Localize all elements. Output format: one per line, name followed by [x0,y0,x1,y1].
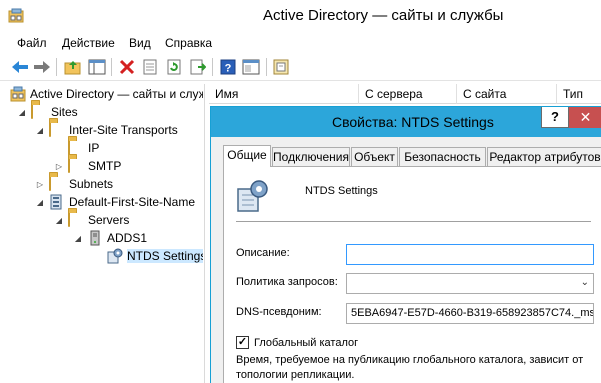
toolbar-separator [56,58,57,76]
server-icon [87,230,103,246]
panel-separator [236,221,591,222]
dns-alias-label: DNS-псевдоним: [236,306,322,318]
properties-dialog: Свойства: NTDS Settings ? ✕ Общие Подклю… [210,106,601,383]
window-titlebar: Active Directory — сайты и службы [0,0,601,32]
global-catalog-checkbox[interactable]: ✓ [236,336,249,349]
description-label: Описание: [236,247,290,259]
tree-item-label: SMTP [88,159,122,173]
menu-bar: Файл Действие Вид Справка [0,32,601,54]
console-tree: Active Directory — сайты и службы ◢ Site… [0,84,203,383]
dialog-title: Свойства: NTDS Settings [332,114,494,130]
chevron-down-icon: ⌄ [580,277,589,288]
tree-item-label: Subnets [69,177,114,191]
tree-item-label: Active Directory — сайты и службы [30,87,203,101]
object-name: NTDS Settings [305,185,378,197]
help-button[interactable]: ? [541,107,569,128]
tree-item-label: Inter-Site Transports [69,123,178,137]
folder-icon [68,211,84,228]
collapse-arrow-icon[interactable]: ◢ [54,215,64,225]
export-list-icon[interactable] [188,57,208,77]
global-catalog-option[interactable]: ✓ Глобальный каталог [236,336,358,349]
close-button[interactable]: ✕ [569,107,601,128]
tab-connections[interactable]: Подключения [272,147,350,166]
tree-item-adds1[interactable]: ◢ ADDS1 [73,229,147,247]
svg-text:?: ? [225,63,232,75]
collapse-arrow-icon[interactable]: ◢ [35,125,45,135]
menu-file[interactable]: Файл [17,36,47,50]
tab-object[interactable]: Объект [351,147,398,166]
expand-arrow-icon[interactable]: ▷ [54,161,64,171]
dns-alias-field[interactable]: 5EBA6947-E57D-4660-B319-658923857C74._ms… [346,303,594,324]
tree-item-default-first-site-name[interactable]: ◢ Default-First-Site-Name [35,193,195,211]
sites-services-icon [10,86,26,102]
toolbar-divider [0,80,601,81]
back-arrow-icon[interactable] [10,57,30,77]
tab-security[interactable]: Безопасность [399,147,486,166]
up-folder-icon[interactable] [63,57,83,77]
list-header: Имя С сервера С сайта Тип [209,84,601,104]
toolbar-separator [266,58,267,76]
tree-item-inter-site-transports[interactable]: ◢ Inter-Site Transports [35,121,178,139]
menu-help[interactable]: Справка [165,36,212,50]
active-directory-sites-icon [8,8,24,23]
column-type[interactable]: Тип [557,84,601,104]
folder-icon [31,103,47,120]
toolbar-separator [212,58,213,76]
forward-arrow-icon[interactable] [32,57,52,77]
tree-item-smtp[interactable]: ▷ SMTP [54,157,121,175]
pane-splitter[interactable] [204,84,209,383]
tree-item-servers[interactable]: ◢ Servers [54,211,129,229]
query-policy-label: Политика запросов: [236,276,338,288]
window-title: Active Directory — сайты и службы [263,7,504,24]
tree-item-label: NTDS Settings [127,249,203,263]
tree-item-ntds-settings[interactable]: NTDS Settings [107,247,203,265]
tree-item-label: ADDS1 [107,231,148,245]
new-object-icon[interactable] [272,57,292,77]
show-hide-tree-icon[interactable] [87,57,107,77]
menu-action[interactable]: Действие [62,36,115,50]
tree-item-label: Sites [51,105,78,119]
tree-item-label: Servers [88,213,130,227]
tab-general[interactable]: Общие [223,145,271,167]
menu-view[interactable]: Вид [129,36,151,50]
properties-icon[interactable] [140,57,160,77]
folder-icon [49,121,65,138]
tree-item-label: Default-First-Site-Name [69,195,196,209]
show-pane-icon[interactable] [241,57,261,77]
folder-icon [68,157,84,174]
tab-attribute-editor[interactable]: Редактор атрибутов [487,147,601,166]
tree-item-label: IP [88,141,100,155]
tree-item-subnets[interactable]: ▷ Subnets [35,175,113,193]
expand-arrow-icon[interactable]: ▷ [35,179,45,189]
description-input[interactable] [346,244,594,265]
global-catalog-info: Время, требуемое на публикацию глобально… [236,354,584,381]
ntds-settings-icon [107,248,123,264]
general-tab-panel: NTDS Settings Описание: Политика запросо… [223,166,601,383]
site-icon [49,194,65,210]
refresh-icon[interactable] [164,57,184,77]
column-from-server[interactable]: С сервера [359,84,457,104]
folder-icon [49,175,65,192]
toolbar-separator [111,58,112,76]
query-policy-select[interactable]: ⌄ [346,273,594,294]
tree-item-sites[interactable]: ◢ Sites [17,103,78,121]
collapse-arrow-icon[interactable]: ◢ [35,197,45,207]
collapse-arrow-icon[interactable]: ◢ [73,233,83,243]
toolbar: ? [0,54,601,80]
ntds-settings-object-icon [237,180,268,212]
column-from-site[interactable]: С сайта [457,84,557,104]
delete-icon[interactable] [117,57,137,77]
collapse-arrow-icon[interactable]: ◢ [17,107,27,117]
help-icon[interactable]: ? [218,57,238,77]
column-name[interactable]: Имя [209,84,359,104]
global-catalog-label: Глобальный каталог [254,336,359,349]
